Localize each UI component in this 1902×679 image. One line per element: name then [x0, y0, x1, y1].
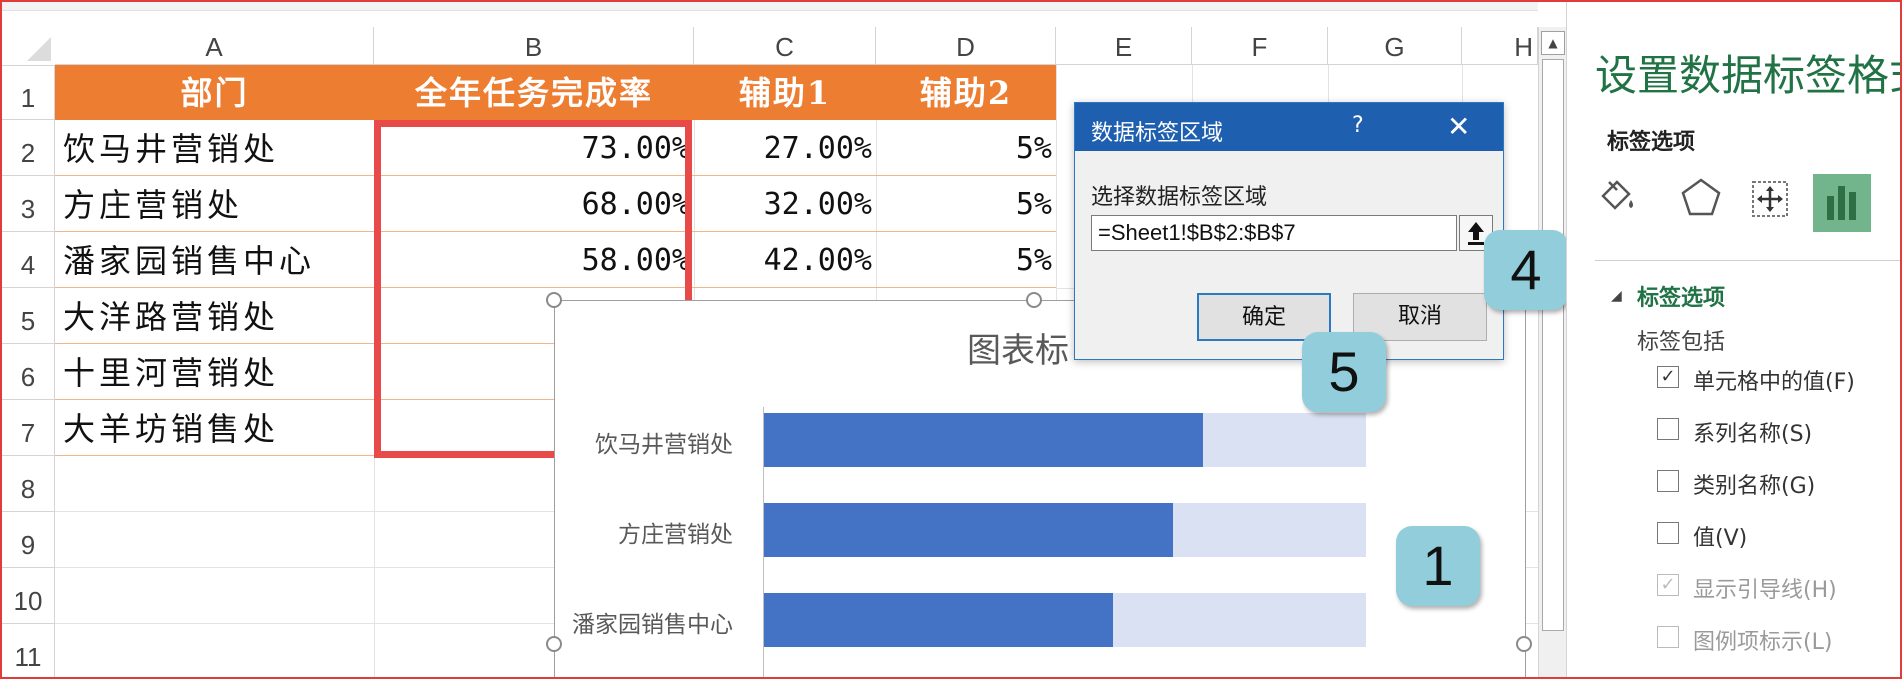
- header-cell-rate[interactable]: 全年任务完成率: [374, 65, 694, 120]
- column-header-G[interactable]: G: [1328, 27, 1462, 65]
- row-header-6[interactable]: 6: [2, 344, 55, 400]
- row-header-5[interactable]: 5: [2, 288, 55, 344]
- pane-title: 设置数据标签格式: [1595, 51, 1901, 100]
- cell-aux2[interactable]: 5%: [876, 232, 1056, 288]
- column-header-F[interactable]: F: [1192, 27, 1328, 65]
- column-header-H[interactable]: H: [1462, 27, 1538, 65]
- range-field-label: 选择数据标签区域: [1091, 185, 1268, 210]
- size-properties-icon[interactable]: [1745, 174, 1797, 226]
- row-header-11[interactable]: 11: [2, 624, 55, 677]
- column-header-E[interactable]: E: [1056, 27, 1192, 65]
- category-tick-label: 方庄营销处: [618, 522, 733, 548]
- column-header-D[interactable]: D: [876, 27, 1056, 65]
- cell-dept[interactable]: 大羊坊销售处: [55, 400, 374, 456]
- header-cell-aux2[interactable]: 辅助2: [876, 65, 1056, 120]
- step-callout-5: 5: [1302, 332, 1386, 412]
- ribbon-edge: [2, 2, 1538, 11]
- cell-aux1[interactable]: 27.00%: [694, 120, 876, 176]
- cell-dept[interactable]: 饮马井营销处: [55, 120, 374, 176]
- chart-resize-handle[interactable]: [546, 636, 562, 652]
- range-input[interactable]: =Sheet1!$B$2:$B$7: [1091, 215, 1457, 251]
- data-label-range-dialog[interactable]: 数据标签区域 ? ✕ 选择数据标签区域 =Sheet1!$B$2:$B$7 确定…: [1074, 102, 1504, 360]
- row-header-9[interactable]: 9: [2, 512, 55, 568]
- scroll-thumb[interactable]: [1542, 59, 1564, 631]
- cell-aux2[interactable]: 5%: [876, 120, 1056, 176]
- cell-aux2[interactable]: 5%: [876, 176, 1056, 232]
- cell-dept[interactable]: 方庄营销处: [55, 176, 374, 232]
- chart-resize-handle[interactable]: [546, 292, 562, 308]
- header-cell-dept[interactable]: 部门: [55, 65, 374, 120]
- screenshot-frame: A B C D E F G H 1 2 3 4 5 6 7 8 9 10 11 …: [0, 0, 1902, 679]
- checkbox-show-leader-lines: ✓: [1657, 574, 1679, 596]
- step-callout-1: 1: [1396, 526, 1480, 606]
- column-header-A[interactable]: A: [55, 27, 374, 65]
- help-icon[interactable]: ?: [1352, 113, 1364, 138]
- bar-value[interactable]: [764, 413, 1203, 467]
- row-header-7[interactable]: 7: [2, 400, 55, 456]
- row-header-4[interactable]: 4: [2, 232, 55, 288]
- cell-dept[interactable]: 大洋路营销处: [55, 288, 374, 344]
- option-label: 图例项标示(L): [1693, 630, 1833, 655]
- option-label: 显示引导线(H): [1693, 578, 1837, 603]
- section-label-options[interactable]: 标签选项: [1637, 280, 1725, 312]
- row-header-2[interactable]: 2: [2, 120, 55, 176]
- category-tick-label: 潘家园销售中心: [572, 612, 733, 638]
- column-header-B[interactable]: B: [374, 27, 694, 65]
- cell-dept[interactable]: 十里河营销处: [55, 344, 374, 400]
- cell-aux1[interactable]: 42.00%: [694, 232, 876, 288]
- effects-pentagon-icon[interactable]: [1675, 174, 1727, 226]
- close-icon[interactable]: ✕: [1447, 110, 1470, 143]
- collapse-triangle-icon[interactable]: ◢: [1611, 288, 1622, 304]
- chart-resize-handle[interactable]: [1516, 636, 1532, 652]
- option-label[interactable]: 类别名称(G): [1693, 468, 1815, 500]
- label-options-bar-icon[interactable]: [1813, 174, 1871, 232]
- cell-aux1[interactable]: 32.00%: [694, 176, 876, 232]
- row-header-10[interactable]: 10: [2, 568, 55, 624]
- dialog-title: 数据标签区域: [1091, 121, 1224, 146]
- dialog-titlebar[interactable]: 数据标签区域 ? ✕: [1075, 103, 1503, 151]
- fill-line-icon[interactable]: [1591, 174, 1643, 226]
- format-data-labels-pane[interactable]: 设置数据标签格式 标签选项 ◢ 标签选项 标签包括 ✓ 单元格中的值(F) 系列…: [1566, 2, 1901, 677]
- header-cell-aux1[interactable]: 辅助1: [694, 65, 876, 120]
- row-header-1[interactable]: 1: [2, 65, 55, 120]
- bar-value[interactable]: [764, 503, 1173, 557]
- label-contains-heading: 标签包括: [1637, 330, 1726, 355]
- row-header-8[interactable]: 8: [2, 456, 55, 512]
- row-header-3[interactable]: 3: [2, 176, 55, 232]
- pane-subtitle: 标签选项: [1607, 130, 1696, 155]
- bar-value[interactable]: [764, 593, 1113, 647]
- select-all-corner[interactable]: [2, 27, 56, 66]
- step-callout-4: 4: [1484, 230, 1568, 310]
- column-header-C[interactable]: C: [694, 27, 876, 65]
- option-label[interactable]: 单元格中的值(F): [1693, 364, 1855, 396]
- checkbox-value[interactable]: [1657, 522, 1679, 544]
- checkbox-series-name[interactable]: [1657, 418, 1679, 440]
- option-label[interactable]: 值(V): [1693, 520, 1747, 552]
- checkbox-value-from-cells[interactable]: ✓: [1657, 366, 1679, 388]
- checkbox-legend-key: [1657, 626, 1679, 648]
- category-tick-label: 饮马井营销处: [595, 432, 733, 458]
- scroll-up-arrow-icon[interactable]: ▲: [1541, 31, 1565, 55]
- option-label[interactable]: 系列名称(S): [1693, 416, 1812, 448]
- chart-title[interactable]: 图表标: [967, 323, 1069, 372]
- checkbox-category-name[interactable]: [1657, 470, 1679, 492]
- chart-resize-handle[interactable]: [1026, 292, 1042, 308]
- cell-dept[interactable]: 潘家园销售中心: [55, 232, 374, 288]
- pane-separator: [1595, 260, 1900, 261]
- vertical-scrollbar[interactable]: ▲: [1538, 27, 1567, 677]
